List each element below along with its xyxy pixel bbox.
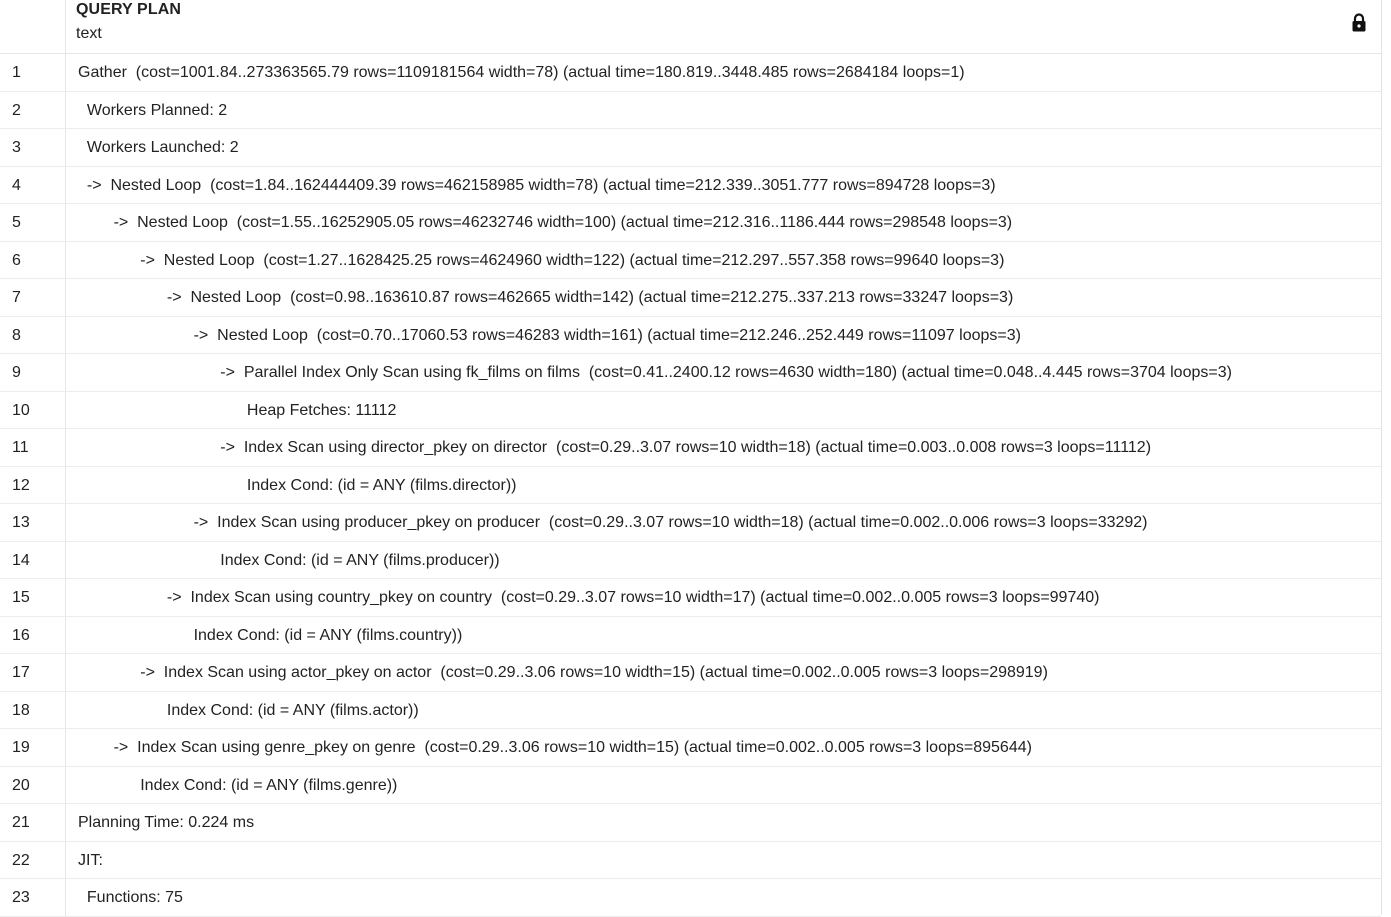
table-row[interactable]: 15 -> Index Scan using country_pkey on c…: [0, 579, 1381, 617]
query-plan-cell[interactable]: -> Index Scan using country_pkey on coun…: [66, 579, 1381, 616]
query-plan-cell[interactable]: Heap Fetches: 11112: [66, 392, 1381, 429]
table-row[interactable]: 4 -> Nested Loop (cost=1.84..162444409.3…: [0, 166, 1381, 204]
column-title: QUERY PLAN: [76, 1, 182, 18]
column-type: text: [76, 25, 102, 42]
row-number[interactable]: 10: [0, 391, 66, 428]
table-row[interactable]: 14 Index Cond: (id = ANY (films.producer…: [0, 541, 1381, 579]
query-plan-cell[interactable]: Index Cond: (id = ANY (films.director)): [66, 467, 1381, 504]
query-plan-cell[interactable]: Gather (cost=1001.84..273363565.79 rows=…: [66, 54, 1381, 91]
query-plan-cell[interactable]: Index Cond: (id = ANY (films.genre)): [66, 767, 1381, 804]
table-row[interactable]: 1 Gather (cost=1001.84..273363565.79 rows…: [0, 54, 1381, 92]
table-row[interactable]: 23 Functions: 75: [0, 879, 1381, 917]
row-number[interactable]: 8: [0, 316, 66, 353]
query-plan-cell[interactable]: -> Nested Loop (cost=1.55..16252905.05 r…: [66, 204, 1381, 241]
row-number[interactable]: 19: [0, 729, 66, 766]
table-row[interactable]: 16 Index Cond: (id = ANY (films.country)…: [0, 616, 1381, 654]
query-plan-cell[interactable]: -> Index Scan using producer_pkey on pro…: [66, 504, 1381, 541]
table-row[interactable]: 11 -> Index Scan using director_pkey on …: [0, 429, 1381, 467]
row-number[interactable]: 17: [0, 654, 66, 691]
table-row[interactable]: 9 -> Parallel Index Only Scan using fk_f…: [0, 354, 1381, 392]
query-plan-cell[interactable]: Planning Time: 0.224 ms: [66, 804, 1381, 841]
query-plan-cell[interactable]: Workers Planned: 2: [66, 92, 1381, 129]
row-number[interactable]: 22: [0, 841, 66, 878]
query-plan-cell[interactable]: -> Nested Loop (cost=0.98..163610.87 row…: [66, 279, 1381, 316]
table-row[interactable]: 17 -> Index Scan using actor_pkey on act…: [0, 654, 1381, 692]
grid-body: 1 Gather (cost=1001.84..273363565.79 rows…: [0, 54, 1381, 917]
query-plan-cell[interactable]: -> Index Scan using genre_pkey on genre …: [66, 729, 1381, 766]
row-number-header[interactable]: [0, 0, 66, 53]
table-row[interactable]: 3 Workers Launched: 2: [0, 129, 1381, 167]
query-plan-cell[interactable]: Index Cond: (id = ANY (films.country)): [66, 617, 1381, 654]
row-number[interactable]: 1: [0, 54, 66, 91]
row-number[interactable]: 20: [0, 766, 66, 803]
table-row[interactable]: 13 -> Index Scan using producer_pkey on …: [0, 504, 1381, 542]
table-row[interactable]: 22 JIT:: [0, 841, 1381, 879]
query-plan-cell[interactable]: -> Nested Loop (cost=0.70..17060.53 rows…: [66, 317, 1381, 354]
query-plan-cell[interactable]: -> Index Scan using director_pkey on dir…: [66, 429, 1381, 466]
table-row[interactable]: 10 Heap Fetches: 11112: [0, 391, 1381, 429]
row-number[interactable]: 9: [0, 354, 66, 391]
row-number[interactable]: 21: [0, 804, 66, 841]
row-number[interactable]: 14: [0, 541, 66, 578]
query-plan-cell[interactable]: -> Nested Loop (cost=1.84..162444409.39 …: [66, 167, 1381, 204]
query-plan-grid: QUERY PLAN text 1 Gather (cost=1001.84..2…: [0, 0, 1382, 917]
query-plan-cell[interactable]: JIT:: [66, 842, 1381, 879]
table-row[interactable]: 8 -> Nested Loop (cost=0.70..17060.53 ro…: [0, 316, 1381, 354]
table-row[interactable]: 20 Index Cond: (id = ANY (films.genre)): [0, 766, 1381, 804]
query-plan-cell[interactable]: -> Parallel Index Only Scan using fk_fil…: [66, 354, 1381, 391]
row-number[interactable]: 4: [0, 166, 66, 203]
row-number[interactable]: 6: [0, 241, 66, 278]
table-row[interactable]: 6 -> Nested Loop (cost=1.27..1628425.25 …: [0, 241, 1381, 279]
row-number[interactable]: 12: [0, 466, 66, 503]
column-header-query-plan[interactable]: QUERY PLAN text: [66, 0, 1381, 53]
query-plan-cell[interactable]: Workers Launched: 2: [66, 129, 1381, 166]
row-number[interactable]: 7: [0, 279, 66, 316]
row-number[interactable]: 23: [0, 879, 66, 916]
query-plan-cell[interactable]: Functions: 75: [66, 879, 1381, 916]
query-plan-cell[interactable]: Index Cond: (id = ANY (films.producer)): [66, 542, 1381, 579]
row-number[interactable]: 18: [0, 691, 66, 728]
row-number[interactable]: 11: [0, 429, 66, 466]
table-row[interactable]: 7 -> Nested Loop (cost=0.98..163610.87 r…: [0, 279, 1381, 317]
row-number[interactable]: 13: [0, 504, 66, 541]
table-row[interactable]: 21 Planning Time: 0.224 ms: [0, 804, 1381, 842]
table-row[interactable]: 12 Index Cond: (id = ANY (films.director…: [0, 466, 1381, 504]
table-row[interactable]: 5 -> Nested Loop (cost=1.55..16252905.05…: [0, 204, 1381, 242]
row-number[interactable]: 16: [0, 616, 66, 653]
query-plan-cell[interactable]: -> Index Scan using actor_pkey on actor …: [66, 654, 1381, 691]
row-number[interactable]: 5: [0, 204, 66, 241]
table-row[interactable]: 19 -> Index Scan using genre_pkey on gen…: [0, 729, 1381, 767]
row-number[interactable]: 3: [0, 129, 66, 166]
row-number[interactable]: 2: [0, 91, 66, 128]
table-row[interactable]: 18 Index Cond: (id = ANY (films.actor)): [0, 691, 1381, 729]
lock-icon: [1352, 13, 1366, 32]
table-row[interactable]: 2 Workers Planned: 2: [0, 91, 1381, 129]
query-plan-cell[interactable]: Index Cond: (id = ANY (films.actor)): [66, 692, 1381, 729]
query-plan-cell[interactable]: -> Nested Loop (cost=1.27..1628425.25 ro…: [66, 242, 1381, 279]
row-number[interactable]: 15: [0, 579, 66, 616]
grid-header: QUERY PLAN text: [0, 0, 1381, 54]
